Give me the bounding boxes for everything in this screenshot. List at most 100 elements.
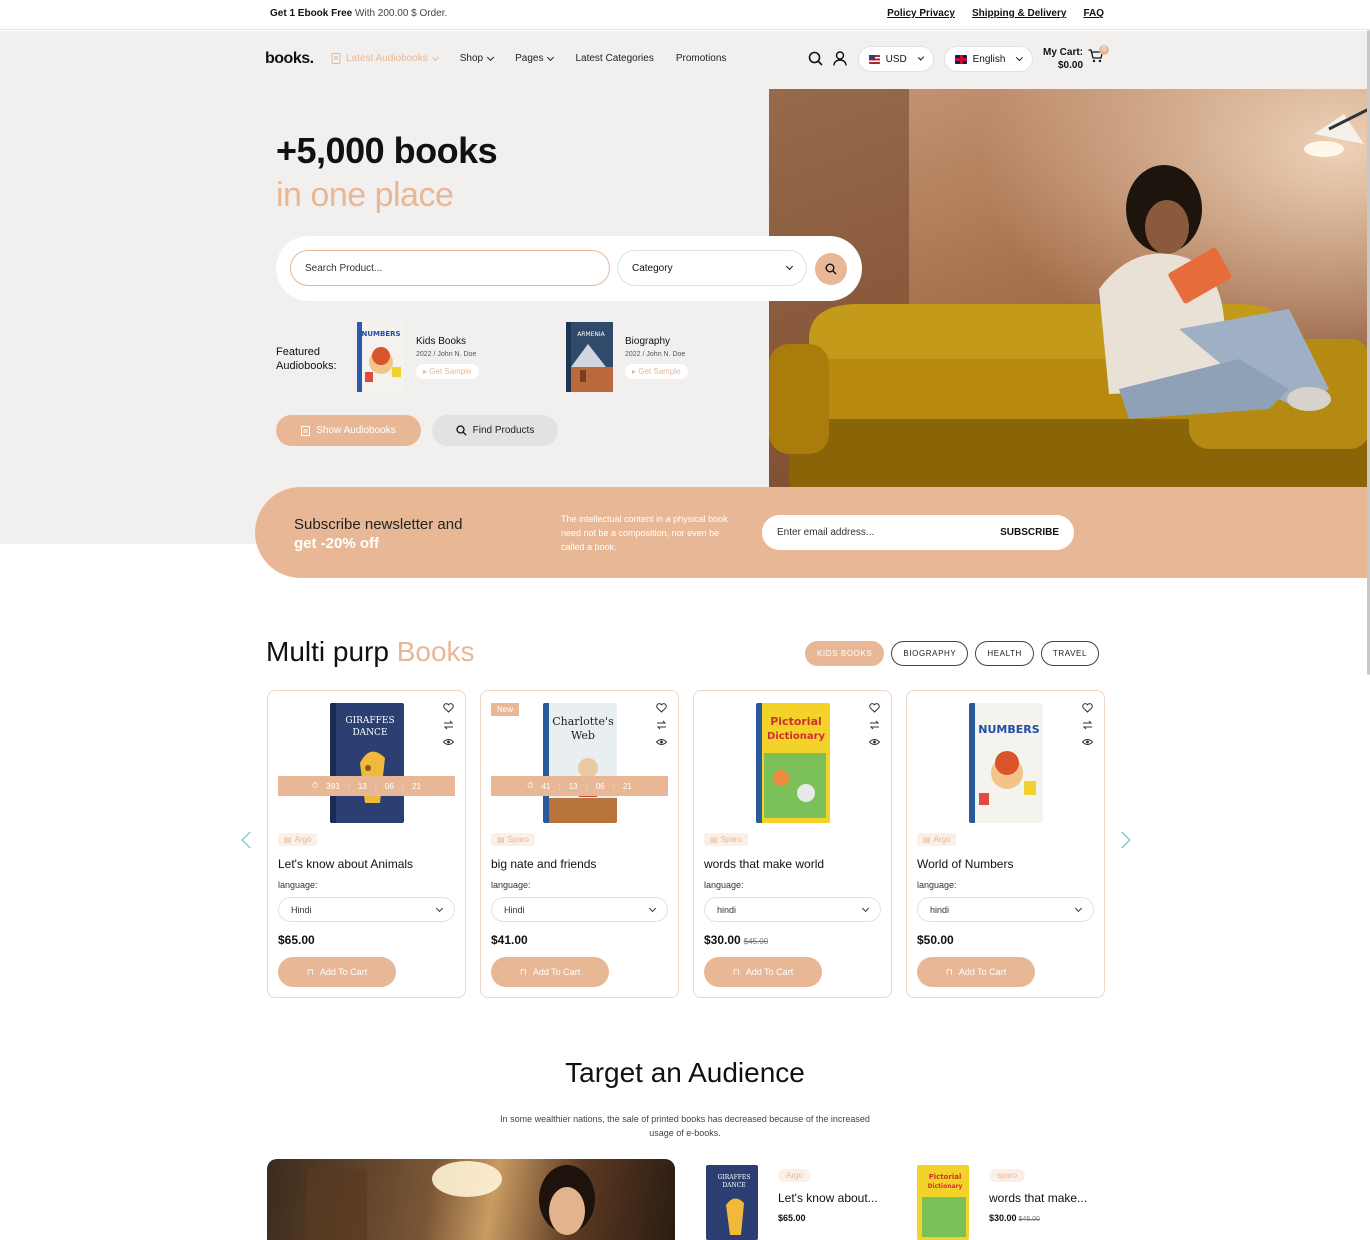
- price-old: $45.00: [743, 937, 769, 946]
- book-cover-armenia[interactable]: ARMENIA: [566, 322, 613, 392]
- timer-minutes: 06: [595, 781, 605, 791]
- add-to-cart-button[interactable]: ⊓ Add To Cart: [278, 957, 396, 987]
- nav-pages[interactable]: Pages: [515, 53, 555, 64]
- show-audiobooks-button[interactable]: Show Audiobooks: [276, 415, 421, 446]
- product-price: $50.00: [917, 933, 954, 947]
- eye-icon[interactable]: [1082, 737, 1093, 747]
- product-title[interactable]: words that make world: [704, 857, 824, 871]
- publisher-tag[interactable]: ▤ Sparo: [704, 833, 748, 846]
- currency-select[interactable]: USD: [858, 46, 934, 72]
- language-dropdown[interactable]: hindi: [917, 897, 1094, 922]
- book-cover-world-of-numbers[interactable]: NUMBERS: [969, 703, 1043, 823]
- language-dropdown[interactable]: Hindi: [491, 897, 668, 922]
- product-title[interactable]: Let's know about Animals: [278, 857, 413, 871]
- find-products-button[interactable]: Find Products: [432, 415, 558, 446]
- filter-health[interactable]: HEALTH: [975, 641, 1034, 666]
- publisher-tag[interactable]: ▤ Argo: [917, 833, 957, 846]
- carousel-next-arrow-icon[interactable]: [1113, 831, 1131, 849]
- language-label: language:: [917, 880, 957, 890]
- get-sample-button[interactable]: ▸ Get Sample: [625, 364, 688, 379]
- faq-link[interactable]: FAQ: [1083, 8, 1104, 19]
- product-title[interactable]: big nate and friends: [491, 857, 596, 871]
- section-title-main: Multi purp: [266, 636, 389, 667]
- nav-label: Latest Audiobooks: [346, 53, 428, 64]
- book-cover-giraffes-cant-dance[interactable]: GIRAFFES DANCE: [330, 703, 404, 823]
- featured-name[interactable]: Kids Books: [416, 336, 479, 347]
- chevron-down-icon: [1074, 904, 1083, 912]
- svg-text:GIRAFFES: GIRAFFES: [345, 716, 394, 726]
- product-title[interactable]: World of Numbers: [917, 857, 1013, 871]
- search-button[interactable]: [815, 253, 847, 285]
- heart-icon[interactable]: [656, 703, 667, 713]
- category-filters: KIDS BOOKS BIOGRAPHY HEALTH TRAVEL: [805, 641, 1100, 666]
- add-to-cart-button[interactable]: ⊓ Add To Cart: [917, 957, 1035, 987]
- search-icon[interactable]: [808, 51, 823, 66]
- publisher-tag[interactable]: Argo: [778, 1169, 811, 1182]
- eye-icon[interactable]: [869, 737, 880, 747]
- logo[interactable]: books.: [265, 50, 314, 68]
- publisher-name: Sparo: [507, 835, 529, 844]
- document-icon: [301, 425, 311, 436]
- main-header: books. Latest Audiobooks Shop Pages Late…: [0, 31, 1370, 89]
- search-input[interactable]: [290, 250, 610, 286]
- add-to-cart-button[interactable]: ⊓ Add To Cart: [491, 957, 609, 987]
- nav-label: Latest Categories: [575, 53, 654, 64]
- clock-icon: ⏱: [527, 781, 534, 790]
- publisher-tag[interactable]: ▤ Argo: [278, 833, 318, 846]
- price-current: $30.00: [704, 933, 741, 947]
- carousel-prev-arrow-icon[interactable]: [241, 831, 259, 849]
- nav-latest-categories[interactable]: Latest Categories: [575, 53, 653, 64]
- compare-icon[interactable]: [869, 720, 880, 730]
- get-sample-label: Get Sample: [638, 367, 681, 376]
- nav-promotions[interactable]: Promotions: [676, 53, 727, 64]
- book-cover-world-of-numbers[interactable]: NUMBERS: [357, 322, 404, 392]
- get-sample-button[interactable]: ▸ Get Sample: [416, 364, 479, 379]
- book-cover-pictorial-dictionary[interactable]: Pictorial Dictionary: [917, 1165, 969, 1240]
- heart-icon[interactable]: [443, 703, 454, 713]
- heart-icon[interactable]: [1082, 703, 1093, 713]
- user-icon[interactable]: [833, 51, 847, 66]
- hero-subtitle: in one place: [276, 176, 454, 214]
- heart-icon[interactable]: [869, 703, 880, 713]
- add-to-cart-label: Add To Cart: [532, 967, 581, 977]
- language-label: language:: [491, 880, 531, 890]
- featured-year-author: 2022 / John N. Doe: [625, 351, 686, 358]
- add-to-cart-button[interactable]: ⊓ Add To Cart: [704, 957, 822, 987]
- publisher-tag[interactable]: sparo: [989, 1169, 1026, 1182]
- mini-product-title[interactable]: words that make...: [989, 1191, 1087, 1205]
- hero-search-box: Category: [276, 236, 862, 301]
- language-dropdown[interactable]: hindi: [704, 897, 881, 922]
- cart-summary[interactable]: My Cart: $0.00: [1043, 46, 1083, 72]
- language-dropdown[interactable]: Hindi: [278, 897, 455, 922]
- language-value: Hindi: [291, 904, 312, 915]
- email-field[interactable]: [777, 527, 977, 538]
- compare-icon[interactable]: [1082, 720, 1093, 730]
- nav-shop[interactable]: Shop: [460, 53, 495, 64]
- shipping-delivery-link[interactable]: Shipping & Delivery: [972, 8, 1066, 19]
- compare-icon[interactable]: [656, 720, 667, 730]
- add-to-cart-label: Add To Cart: [319, 967, 368, 977]
- book-cover-giraffes-cant-dance[interactable]: GIRAFFES DANCE: [706, 1165, 758, 1240]
- show-audiobooks-label: Show Audiobooks: [316, 425, 396, 436]
- policy-privacy-link[interactable]: Policy Privacy: [887, 8, 955, 19]
- book-cover-pictorial-dictionary[interactable]: Pictorial Dictionary: [756, 703, 830, 823]
- book-cover-charlottes-web[interactable]: Charlotte's Web: [543, 703, 617, 823]
- category-select[interactable]: Category: [617, 250, 807, 286]
- product-price: $30.00 $45.00: [704, 933, 768, 947]
- svg-text:Pictorial: Pictorial: [929, 1173, 962, 1181]
- language-select[interactable]: English: [944, 46, 1033, 72]
- eye-icon[interactable]: [443, 737, 454, 747]
- filter-kids-books[interactable]: KIDS BOOKS: [805, 641, 885, 666]
- mini-product-title[interactable]: Let's know about...: [778, 1191, 878, 1205]
- featured-name[interactable]: Biography: [625, 336, 688, 347]
- eye-icon[interactable]: [656, 737, 667, 747]
- compare-icon[interactable]: [443, 720, 454, 730]
- nav-latest-audiobooks[interactable]: Latest Audiobooks: [331, 53, 439, 64]
- subscribe-button[interactable]: SUBSCRIBE: [1000, 527, 1059, 538]
- publisher-tag[interactable]: ▤ Sparo: [491, 833, 535, 846]
- price-current: $65.00: [778, 1213, 806, 1223]
- filter-biography[interactable]: BIOGRAPHY: [891, 641, 969, 666]
- filter-travel[interactable]: TRAVEL: [1040, 641, 1100, 666]
- cart-label: My Cart:: [1043, 47, 1084, 58]
- category-value: Category: [632, 262, 673, 274]
